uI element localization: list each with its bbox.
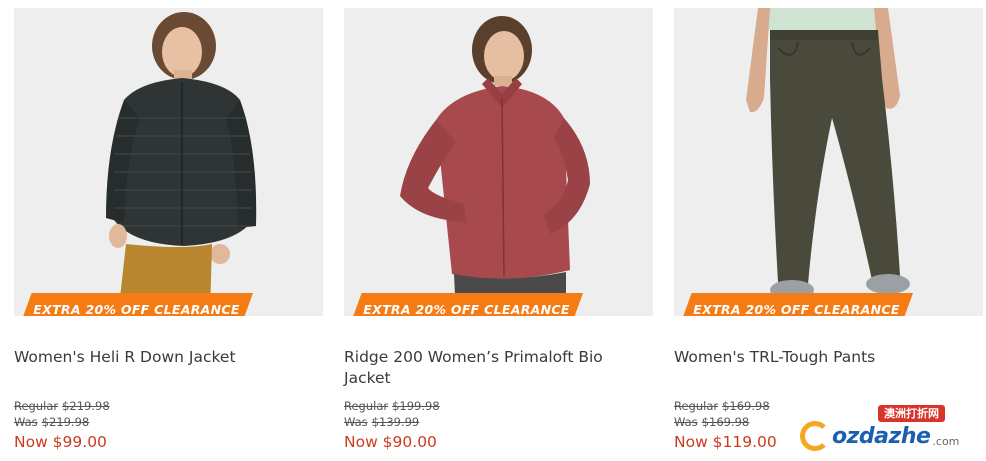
product-name[interactable]: Women's TRL-Tough Pants [674, 347, 974, 368]
was-price-value: $219.98 [41, 415, 90, 429]
now-price: Now $99.00 [14, 433, 107, 451]
product-card[interactable]: EXTRA 20% OFF CLEARANCE Ridge 200 Women’… [344, 8, 653, 461]
product-name[interactable]: Women's Heli R Down Jacket [14, 347, 314, 368]
was-price: Was $219.98 [14, 415, 89, 429]
regular-price-label: Regular [14, 399, 59, 413]
now-price: Now $119.00 [674, 433, 777, 451]
product-image[interactable]: EXTRA 20% OFF CLEARANCE [344, 8, 653, 316]
product-card[interactable]: EXTRA 20% OFF CLEARANCE Women's TRL-Toug… [674, 8, 983, 461]
regular-price-label: Regular [344, 399, 389, 413]
regular-price-label: Regular [674, 399, 719, 413]
watermark-logo-text: ozdazhe [832, 423, 931, 449]
site-watermark: 澳洲打折网 ozdazhe .com [800, 405, 970, 455]
was-price: Was $139.99 [344, 415, 419, 429]
watermark-domain: .com [932, 435, 960, 448]
product-photo-fleece-jacket [344, 8, 653, 316]
regular-price: Regular $219.98 [14, 399, 110, 413]
watermark-logo: ozdazhe .com [800, 419, 959, 453]
clearance-badge: EXTRA 20% OFF CLEARANCE [20, 293, 253, 316]
regular-price: Regular $199.98 [344, 399, 440, 413]
product-image[interactable]: EXTRA 20% OFF CLEARANCE [674, 8, 983, 316]
was-price: Was $169.98 [674, 415, 749, 429]
product-photo-down-jacket [14, 8, 323, 316]
was-price-label: Was [674, 415, 698, 429]
was-price-value: $169.98 [701, 415, 750, 429]
product-card[interactable]: EXTRA 20% OFF CLEARANCE Women's Heli R D… [14, 8, 323, 461]
product-photo-pants [674, 8, 983, 316]
regular-price-value: $199.98 [392, 399, 440, 413]
was-price-value: $139.99 [371, 415, 420, 429]
regular-price: Regular $169.98 [674, 399, 770, 413]
product-image[interactable]: EXTRA 20% OFF CLEARANCE [14, 8, 323, 316]
was-price-label: Was [344, 415, 368, 429]
regular-price-value: $219.98 [62, 399, 110, 413]
regular-price-value: $169.98 [722, 399, 770, 413]
clearance-badge: EXTRA 20% OFF CLEARANCE [350, 293, 583, 316]
was-price-label: Was [14, 415, 38, 429]
product-name[interactable]: Ridge 200 Women’s Primaloft Bio Jacket [344, 347, 644, 389]
watermark-logo-icon [800, 421, 830, 451]
now-price: Now $90.00 [344, 433, 437, 451]
clearance-badge: EXTRA 20% OFF CLEARANCE [680, 293, 913, 316]
